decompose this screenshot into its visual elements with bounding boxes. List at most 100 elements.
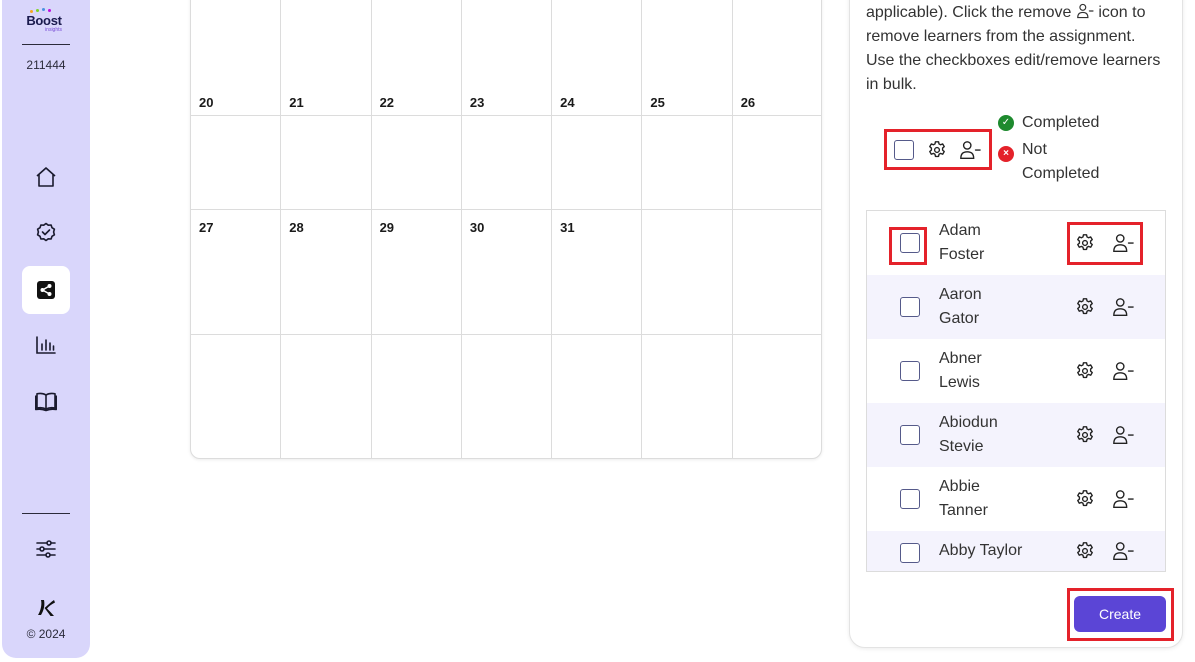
- edit-learner-button[interactable]: [1074, 232, 1096, 254]
- calendar-day-cell[interactable]: 24: [552, 85, 643, 209]
- learner-list[interactable]: Adam Foster Aaron Gator Abner Lewis Abio…: [866, 210, 1166, 572]
- remove-learner-button[interactable]: [1112, 424, 1134, 446]
- calendar-day-number: 23: [469, 95, 485, 110]
- learner-row: Abiodun Stevie: [867, 403, 1165, 467]
- learner-checkbox[interactable]: [900, 297, 920, 317]
- learner-checkbox[interactable]: [900, 233, 920, 253]
- k-logo-icon: [38, 600, 55, 616]
- learner-row: Adam Foster: [867, 211, 1165, 275]
- nav-home[interactable]: [22, 153, 70, 201]
- remove-learner-button[interactable]: [1112, 488, 1134, 510]
- edit-learner-button[interactable]: [1074, 296, 1096, 318]
- legend-not-completed: × Not Completed: [998, 138, 1122, 186]
- calendar-day-cell[interactable]: 27: [191, 210, 282, 334]
- calendar-day-number: 25: [650, 95, 665, 110]
- learner-name: Abner Lewis: [939, 350, 982, 391]
- calendar-day-cell[interactable]: 23: [462, 85, 553, 209]
- calendar-day-number: 30: [469, 220, 485, 235]
- remove-user-icon: [960, 140, 981, 159]
- learner-name: Adam Foster: [939, 222, 985, 263]
- remove-user-icon: [1113, 542, 1134, 560]
- calendar-grid: 20 21 22 23 24 25 26 27 28 29 30 31: [190, 0, 822, 459]
- calendar-day-cell[interactable]: 30: [462, 210, 553, 334]
- remove-learner-button[interactable]: [1112, 360, 1134, 382]
- remove-learner-button[interactable]: [1112, 296, 1134, 318]
- nav-settings[interactable]: [22, 525, 70, 573]
- calendar-day-number: 20: [199, 95, 214, 110]
- edit-learner-button[interactable]: [1074, 360, 1096, 382]
- calendar-day-cell[interactable]: 26: [733, 85, 821, 209]
- calendar-day-cell[interactable]: 25: [642, 85, 733, 209]
- bulk-remove-button[interactable]: [959, 139, 981, 161]
- bulk-edit-button[interactable]: [926, 139, 948, 161]
- calendar-day-cell[interactable]: 31: [552, 210, 643, 334]
- select-all-checkbox[interactable]: [894, 139, 914, 160]
- remove-learner-button[interactable]: [1112, 540, 1134, 562]
- completed-check-icon: ✓: [998, 115, 1014, 131]
- edit-learner-button[interactable]: [1074, 488, 1096, 510]
- nav-library[interactable]: [22, 377, 70, 425]
- calendar-day-cell[interactable]: [552, 335, 643, 458]
- calendar-day-cell[interactable]: [642, 210, 733, 334]
- learner-row: Abner Lewis: [867, 339, 1165, 403]
- legend-not-completed-label: Not Completed: [1022, 141, 1100, 182]
- calendar-day-cell[interactable]: 21: [281, 85, 372, 209]
- status-legend: ✓ Completed × Not Completed: [998, 111, 1122, 186]
- calendar-week: [191, 335, 821, 458]
- legend-completed: ✓ Completed: [998, 111, 1122, 135]
- sidebar: Boost insights 211444 © 2024: [2, 0, 90, 658]
- gear-icon: [1077, 426, 1093, 443]
- sidebar-divider-bottom: [22, 513, 70, 514]
- calendar-day-number: 26: [740, 95, 756, 110]
- legend-completed-label: Completed: [1022, 114, 1100, 131]
- copyright: © 2024: [26, 627, 66, 641]
- assignment-panel: applicable). Click the remove icon to re…: [849, 0, 1183, 648]
- sliders-icon: [36, 540, 56, 558]
- gear-icon: [1077, 542, 1093, 559]
- nav-share[interactable]: [22, 266, 70, 314]
- create-button[interactable]: Create: [1074, 596, 1166, 632]
- calendar-week: 27 28 29 30 31: [191, 210, 821, 335]
- check-badge-icon: [36, 222, 56, 242]
- remove-learner-button[interactable]: [1112, 232, 1134, 254]
- learner-name: Abby Taylor: [939, 542, 1023, 559]
- calendar-day-number: 28: [289, 220, 304, 235]
- home-icon: [36, 167, 56, 187]
- edit-learner-button[interactable]: [1074, 540, 1096, 562]
- bar-chart-icon: [36, 336, 56, 354]
- calendar-day-cell[interactable]: 28: [281, 210, 372, 334]
- calendar-day-number: 24: [560, 95, 575, 110]
- bulk-actions-highlight: [884, 129, 992, 170]
- calendar-day-cell[interactable]: [733, 335, 821, 458]
- instructions-text: applicable). Click the remove icon to re…: [866, 1, 1166, 97]
- boost-logo[interactable]: Boost insights: [22, 8, 66, 33]
- learner-name: Abiodun Stevie: [939, 414, 998, 455]
- learner-checkbox[interactable]: [900, 489, 920, 509]
- learner-checkbox[interactable]: [900, 543, 920, 563]
- nav-assignments[interactable]: [22, 209, 70, 257]
- calendar-day-cell[interactable]: 20: [191, 85, 282, 209]
- brand-link[interactable]: [22, 584, 70, 632]
- calendar-day-cell[interactable]: 29: [372, 210, 462, 334]
- calendar-day-cell[interactable]: [191, 335, 282, 458]
- learner-checkbox[interactable]: [900, 361, 920, 381]
- edit-learner-button[interactable]: [1074, 424, 1096, 446]
- calendar-day-cell[interactable]: [372, 335, 462, 458]
- learner-name: Aaron Gator: [939, 286, 982, 327]
- remove-user-icon: [1113, 298, 1134, 316]
- gear-icon: [1077, 234, 1093, 251]
- remove-user-icon: [1077, 3, 1094, 19]
- book-icon: [35, 392, 57, 412]
- calendar-day-number: 22: [379, 95, 395, 110]
- calendar-day-cell[interactable]: [281, 335, 372, 458]
- calendar-day-cell[interactable]: 22: [372, 85, 462, 209]
- learner-checkbox[interactable]: [900, 425, 920, 445]
- calendar-day-cell[interactable]: [733, 210, 821, 334]
- calendar-day-number: 31: [560, 220, 575, 235]
- user-id: 211444: [26, 58, 66, 72]
- remove-user-icon: [1113, 362, 1134, 380]
- logo-text: Boost: [26, 13, 62, 28]
- calendar-day-cell[interactable]: [462, 335, 553, 458]
- nav-reports[interactable]: [22, 321, 70, 369]
- calendar-day-cell[interactable]: [642, 335, 733, 458]
